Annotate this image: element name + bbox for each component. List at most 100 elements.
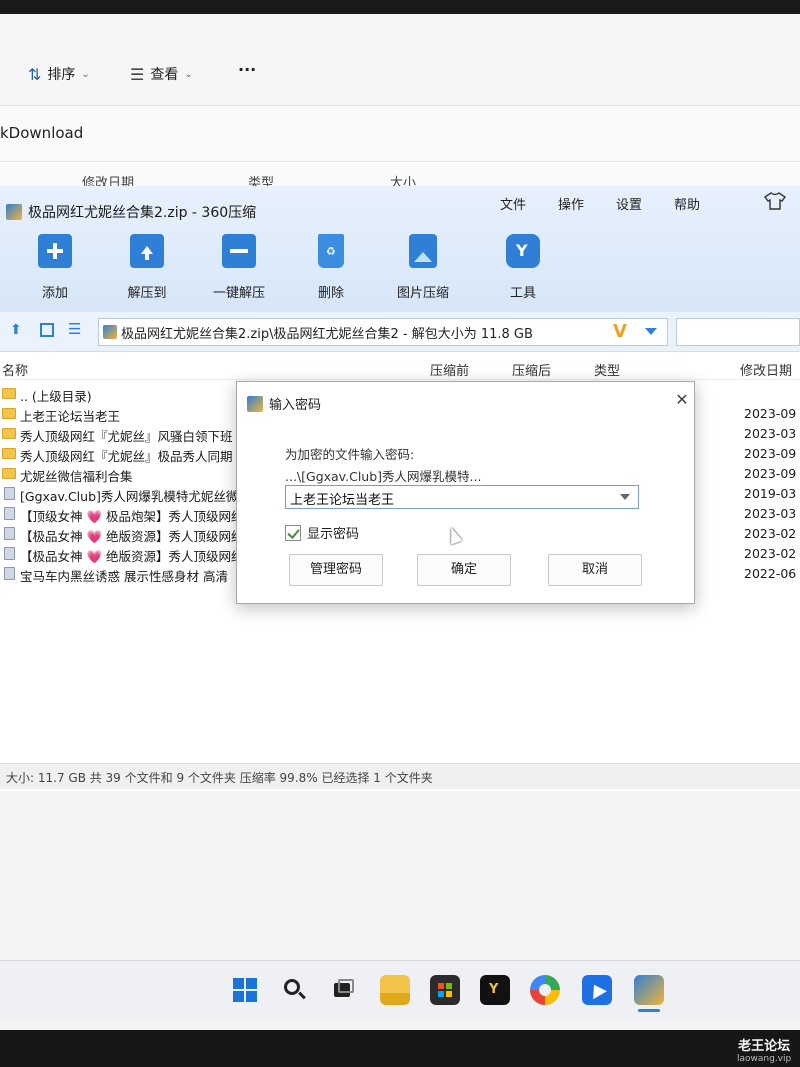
extract-to-icon	[130, 234, 164, 268]
col-packed[interactable]: 压缩前	[430, 360, 469, 379]
close-icon[interactable]: ✕	[673, 390, 691, 409]
sort-icon: ⇅	[28, 64, 42, 84]
view-label: 查看	[150, 67, 179, 83]
dialog-title: 输入密码	[269, 398, 322, 413]
screen: ⇅ 排序 ⌄ ☰ 查看 ⌄ ··· kDownload 修改日期 类型 大小 极…	[0, 0, 800, 1030]
quick-extract-icon	[222, 234, 256, 268]
show-password-label: 显示密码	[307, 527, 360, 542]
folder-icon	[2, 448, 16, 459]
col-modified[interactable]: 修改日期	[740, 360, 792, 379]
add-label: 添加	[41, 286, 68, 301]
explorer-address-bar[interactable]: kDownload	[0, 106, 800, 162]
password-dialog: 输入密码 ✕ 为加密的文件输入密码: ...\[Ggxav.Club]秀人网爆乳…	[236, 381, 695, 604]
file-icon	[4, 487, 15, 500]
task-view-icon[interactable]	[328, 975, 358, 1005]
file-icon	[4, 567, 15, 580]
file-icon	[4, 527, 15, 540]
list-view-icon[interactable]: ☰	[68, 320, 81, 338]
zip-header: 极品网红尤妮丝合集2.zip - 360压缩 文件 操作 设置 帮助 添加 解压…	[0, 186, 800, 312]
watermark-title: 老王论坛	[738, 1039, 791, 1054]
zip-address-box[interactable]: 极品网红尤妮丝合集2.zip\极品网红尤妮丝合集2 - 解包大小为 11.8 G…	[98, 318, 668, 346]
taskbar: Y	[0, 960, 800, 1020]
up-arrow-icon[interactable]: ⬆	[10, 322, 22, 338]
password-hint: 为加密的文件输入密码:	[285, 447, 415, 462]
menu-help[interactable]: 帮助	[674, 194, 700, 213]
explorer-column-header: 修改日期 类型 大小	[0, 162, 800, 191]
image-compress-label: 图片压缩	[396, 286, 449, 301]
folder-icon	[2, 408, 16, 419]
menu-file[interactable]: 文件	[500, 194, 526, 213]
view-button[interactable]: ☰ 查看 ⌄	[130, 64, 193, 84]
dialog-app-icon	[247, 395, 263, 412]
zip-app-icon	[6, 204, 22, 220]
zip-search-box[interactable]	[676, 318, 800, 346]
dialog-title-bar: 输入密码	[247, 394, 321, 413]
add-button[interactable]: 添加	[10, 234, 100, 301]
cancel-button[interactable]: 取消	[548, 554, 642, 586]
explorer-toolbar: ⇅ 排序 ⌄ ☰ 查看 ⌄ ···	[0, 14, 800, 106]
extract-to-button[interactable]: 解压到	[102, 234, 192, 301]
360zip-icon[interactable]	[634, 975, 664, 1012]
image-compress-icon	[409, 234, 437, 268]
tools-icon: Y	[506, 234, 540, 268]
col-name[interactable]: 名称	[2, 360, 28, 379]
quick-extract-button[interactable]: 一键解压	[194, 234, 284, 301]
menu-settings[interactable]: 设置	[616, 194, 642, 213]
password-value: 上老王论坛当老王	[290, 493, 395, 508]
windows-start-icon[interactable]	[230, 975, 260, 1005]
dropdown-arrow-icon[interactable]	[645, 328, 657, 335]
zip-window-title: 极品网红尤妮丝合集2.zip - 360压缩	[28, 205, 257, 221]
microsoft-store-icon[interactable]	[430, 975, 460, 1005]
watermark-url: laowang.vip	[737, 1054, 792, 1064]
more-icon: ···	[238, 60, 257, 79]
quick-extract-label: 一键解压	[212, 286, 265, 301]
folder-icon	[2, 468, 16, 479]
show-password-toggle[interactable]: 显示密码	[285, 523, 359, 542]
sort-label: 排序	[47, 67, 76, 83]
search-icon[interactable]	[280, 975, 310, 1005]
menu-operation[interactable]: 操作	[558, 194, 584, 213]
show-password-checkbox[interactable]	[285, 524, 301, 541]
col-compressed[interactable]: 压缩后	[512, 360, 551, 379]
app-icon[interactable]: Y	[480, 975, 510, 1005]
zip-title-bar: 极品网红尤妮丝合集2.zip - 360压缩	[6, 202, 256, 222]
delete-label: 删除	[317, 286, 344, 301]
manage-password-button[interactable]: 管理密码	[289, 554, 383, 586]
file-icon	[4, 507, 15, 520]
folder-icon	[2, 428, 16, 439]
file-list-header: 名称 压缩前 压缩后 类型 修改日期	[0, 352, 800, 380]
tools-button[interactable]: Y 工具	[478, 234, 568, 301]
archive-icon	[103, 325, 117, 339]
chevron-down-icon[interactable]	[620, 494, 630, 500]
browser-icon[interactable]	[530, 975, 560, 1005]
zip-address-row: ⬆ ☰ 极品网红尤妮丝合集2.zip\极品网红尤妮丝合集2 - 解包大小为 11…	[0, 312, 800, 352]
file-icon	[4, 547, 15, 560]
thumbnail-view-icon[interactable]	[40, 323, 54, 337]
watermark: 老王论坛 laowang.vip	[737, 1035, 791, 1064]
image-compress-button[interactable]: 图片压缩	[378, 234, 468, 301]
explorer-path-text: kDownload	[0, 124, 84, 142]
password-input[interactable]: 上老王论坛当老王	[285, 485, 639, 509]
folder-icon	[2, 388, 16, 399]
file-explorer-icon[interactable]	[380, 975, 410, 1005]
extract-to-label: 解压到	[127, 286, 167, 301]
chevron-down-icon: ⌄	[184, 68, 193, 80]
col-type[interactable]: 类型	[594, 360, 620, 379]
top-bezel	[0, 0, 800, 14]
delete-icon: ♻	[318, 234, 344, 268]
bottom-bezel	[0, 1030, 800, 1067]
add-icon	[38, 234, 72, 268]
delete-button[interactable]: ♻ 删除	[286, 234, 376, 301]
zip-address-text: 极品网红尤妮丝合集2.zip\极品网红尤妮丝合集2 - 解包大小为 11.8 G…	[121, 326, 533, 342]
ok-button[interactable]: 确定	[417, 554, 511, 586]
v-logo-icon[interactable]: V	[613, 321, 627, 342]
sort-button[interactable]: ⇅ 排序 ⌄	[28, 64, 90, 84]
feishu-icon[interactable]	[582, 975, 612, 1005]
status-bar: 大小: 11.7 GB 共 39 个文件和 9 个文件夹 压缩率 99.8% 已…	[0, 763, 800, 789]
encrypted-file-path: ...\[Ggxav.Club]秀人网爆乳模特...	[285, 469, 482, 484]
tools-label: 工具	[509, 286, 536, 301]
view-icon: ☰	[130, 64, 145, 84]
chevron-down-icon: ⌄	[81, 68, 90, 80]
more-button[interactable]: ···	[238, 60, 256, 79]
skin-shirt-icon[interactable]	[764, 192, 786, 210]
